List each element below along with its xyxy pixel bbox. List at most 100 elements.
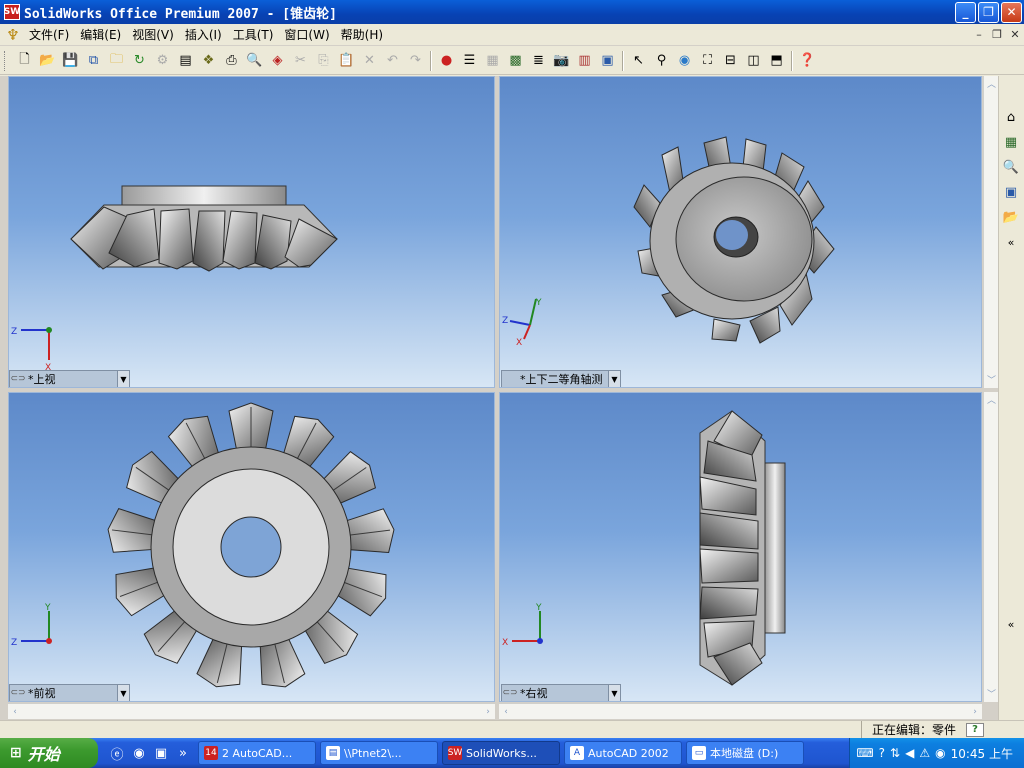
scroll-up-icon[interactable]: ︿ <box>984 392 999 406</box>
menu-tools[interactable]: 工具(T) <box>230 26 282 43</box>
task-solidworks[interactable]: SW SolidWorks... <box>442 741 560 765</box>
viewport-front[interactable]: Z Y ⊂⊃ *前视 ▼ <box>8 392 495 702</box>
home-icon[interactable]: ⌂ <box>1001 106 1021 128</box>
layout-icon[interactable]: ⊟ <box>719 49 742 72</box>
horizontal-scrollbar-left[interactable]: ‹ › <box>8 703 495 719</box>
menu-edit[interactable]: 编辑(E) <box>77 26 129 43</box>
properties-icon[interactable]: ▤ <box>174 49 197 72</box>
open-folder-icon[interactable]: 🗀 <box>105 49 128 72</box>
save-all-icon[interactable]: ⧉ <box>82 49 105 72</box>
wall-icon[interactable]: ▥ <box>573 49 596 72</box>
split-icon[interactable]: ◫ <box>742 49 765 72</box>
library-icon[interactable]: ▦ <box>481 49 504 72</box>
menu-window[interactable]: 窗口(W) <box>281 26 337 43</box>
expand-icon[interactable]: « <box>1001 613 1021 635</box>
design-library-icon[interactable]: ▦ <box>1001 131 1021 153</box>
warning-icon[interactable]: ⚠ <box>919 746 930 760</box>
back-icon[interactable]: ◀ <box>905 746 914 760</box>
save-icon[interactable]: 💾 <box>59 49 82 72</box>
menu-help[interactable]: 帮助(H) <box>338 26 391 43</box>
start-button[interactable]: ⊞ 开始 <box>0 738 98 768</box>
toolbar-grip[interactable] <box>4 50 7 71</box>
chevron-down-icon[interactable]: ▼ <box>117 685 129 701</box>
new-icon[interactable]: 🗋 <box>13 49 36 72</box>
scroll-right-icon[interactable]: › <box>968 707 982 717</box>
horizontal-scrollbar-right[interactable]: ‹ › <box>499 703 982 719</box>
chevron-down-icon[interactable]: ▼ <box>608 685 620 701</box>
select-icon[interactable]: ↖ <box>627 49 650 72</box>
viewport-label-top[interactable]: ⊂⊃ *上视 ▼ <box>9 370 130 387</box>
viewport-label-right[interactable]: ⊂⊃ *右视 ▼ <box>501 684 621 701</box>
traffic-light-icon[interactable]: ● <box>435 49 458 72</box>
rebuild-icon[interactable]: ↻ <box>128 49 151 72</box>
redo-icon[interactable]: ↷ <box>404 49 427 72</box>
paste-icon[interactable]: 📋 <box>335 49 358 72</box>
restore-button[interactable]: ❐ <box>978 1 999 23</box>
close-button[interactable]: ✕ <box>1001 1 1022 23</box>
undo-icon[interactable]: ↶ <box>381 49 404 72</box>
volume-icon[interactable]: ◉ <box>935 746 945 760</box>
chevron-down-icon[interactable]: ▼ <box>608 371 620 387</box>
collapse-icon[interactable]: « <box>1001 231 1021 253</box>
file-explorer-icon[interactable]: 🔍 <box>1001 156 1021 178</box>
menu-file[interactable]: 文件(F) <box>26 26 77 43</box>
minimize-button[interactable]: _ <box>955 1 976 23</box>
network-icon[interactable]: ⇅ <box>890 746 900 760</box>
help-tray-icon[interactable]: ? <box>879 746 885 760</box>
grid-icon[interactable]: ▩ <box>504 49 527 72</box>
scroll-up-icon[interactable]: ︿ <box>984 76 999 90</box>
keyboard-icon[interactable]: ⌨ <box>856 746 873 760</box>
folder-icon[interactable]: 📂 <box>1001 206 1021 228</box>
more-icon[interactable]: » <box>172 746 194 761</box>
options-icon[interactable]: ⚙ <box>151 49 174 72</box>
scroll-left-icon[interactable]: ‹ <box>499 707 513 717</box>
viewport-label-text: *上视 <box>28 373 56 386</box>
solidworks-launch-icon[interactable]: ▣ <box>150 746 172 761</box>
chevron-down-icon[interactable]: ▼ <box>117 371 129 387</box>
vertical-scrollbar-upper[interactable]: ︿ ﹀ <box>983 76 999 388</box>
scroll-down-icon[interactable]: ﹀ <box>984 686 999 700</box>
doc-close-button[interactable]: ✕ <box>1006 27 1024 43</box>
scroll-right-icon[interactable]: › <box>481 707 495 717</box>
list-icon[interactable]: ≣ <box>527 49 550 72</box>
view-icon[interactable]: ▣ <box>596 49 619 72</box>
fit-icon[interactable]: ⛶ <box>696 49 719 72</box>
scroll-left-icon[interactable]: ‹ <box>8 707 22 717</box>
camera-icon[interactable]: 📷 <box>550 49 573 72</box>
task-autocad-group[interactable]: 14 2 AutoCAD... <box>198 741 316 765</box>
doc-minimize-button[interactable]: – <box>970 27 988 43</box>
doc-restore-button[interactable]: ❐ <box>988 27 1006 43</box>
viewport-label-front[interactable]: ⊂⊃ *前视 ▼ <box>9 684 130 701</box>
viewport-right[interactable]: X Y ⊂⊃ *右视 ▼ <box>499 392 982 702</box>
find-icon[interactable]: ◈ <box>266 49 289 72</box>
vertical-scrollbar-lower[interactable]: ︿ ﹀ <box>983 392 999 702</box>
print-preview-icon[interactable]: 🔍 <box>243 49 266 72</box>
delete-icon[interactable]: ✕ <box>358 49 381 72</box>
task-local-disk[interactable]: ▭ 本地磁盘 (D:) <box>686 741 804 765</box>
viewport-label-isometric[interactable]: *上下二等角轴测 ▼ <box>501 370 621 387</box>
3dcontent-icon[interactable]: ❖ <box>197 49 220 72</box>
clock[interactable]: 10:45 上午 <box>951 745 1013 762</box>
scroll-down-icon[interactable]: ﹀ <box>984 372 999 386</box>
viewport-top[interactable]: Z X ⊂⊃ *上视 ▼ <box>8 76 495 388</box>
print-icon[interactable]: ⎙ <box>220 49 243 72</box>
cut-icon[interactable]: ✂ <box>289 49 312 72</box>
ie-icon[interactable]: ⓔ <box>106 744 128 763</box>
open-icon[interactable]: 📂 <box>36 49 59 72</box>
doc-icon[interactable]: ⬒ <box>765 49 788 72</box>
filter-icon[interactable]: ⚲ <box>650 49 673 72</box>
menu-insert[interactable]: 插入(I) <box>182 26 230 43</box>
task-ptnet[interactable]: ▤ \\Ptnet2\... <box>320 741 438 765</box>
desktop-icon[interactable]: ◉ <box>128 746 150 761</box>
help-icon[interactable]: ? <box>966 722 984 737</box>
task-autocad2002[interactable]: A AutoCAD 2002 <box>564 741 682 765</box>
globe-icon[interactable]: ◉ <box>673 49 696 72</box>
view-palette-icon[interactable]: ▣ <box>1001 181 1021 203</box>
app-icon[interactable]: SW <box>4 4 20 20</box>
help-icon[interactable]: ❓ <box>796 49 819 72</box>
menu-view[interactable]: 视图(V) <box>129 26 182 43</box>
solidworks-logo-icon[interactable]: ♆ <box>4 26 22 44</box>
copy-icon[interactable]: ⎘ <box>312 49 335 72</box>
viewport-isometric[interactable]: Z Y X *上下二等角轴测 ▼ <box>499 76 982 388</box>
notes-icon[interactable]: ☰ <box>458 49 481 72</box>
